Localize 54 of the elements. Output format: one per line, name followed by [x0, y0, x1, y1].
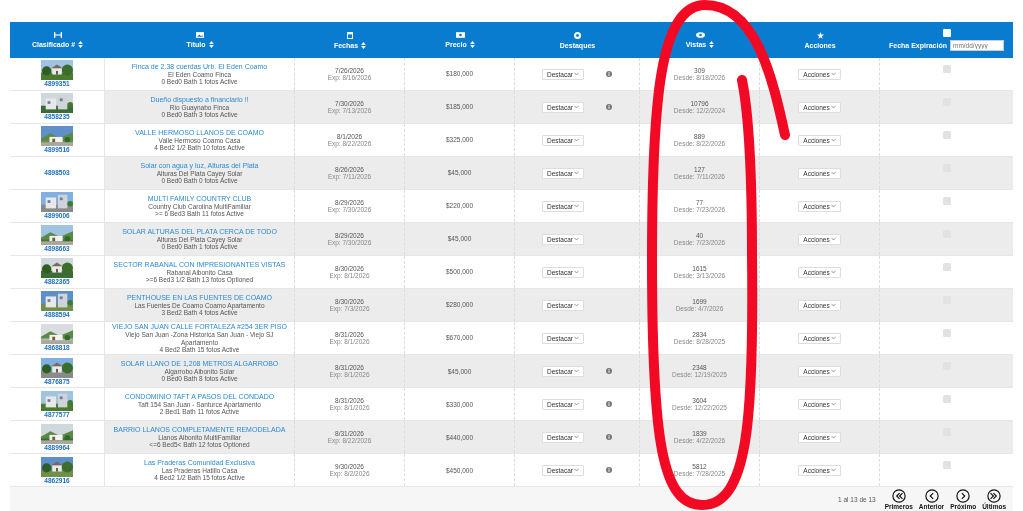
calendar-icon: [347, 31, 353, 39]
double-chevron-left-icon: [891, 488, 906, 503]
money-icon: [455, 32, 465, 38]
row-checkbox[interactable]: [942, 263, 951, 271]
row-checkbox[interactable]: [942, 329, 951, 337]
caret-icon: [574, 171, 579, 175]
caret-icon: [830, 402, 836, 407]
info-icon[interactable]: [606, 434, 612, 441]
sort-icon[interactable]: [709, 41, 715, 48]
sort-icon[interactable]: [78, 41, 84, 48]
select-all-checkbox[interactable]: [942, 29, 951, 37]
image-icon: [196, 32, 204, 38]
info-icon[interactable]: [606, 104, 612, 110]
caret-icon: [830, 105, 836, 109]
caret-icon: [830, 72, 836, 76]
caret-icon: [574, 369, 579, 374]
info-icon[interactable]: [606, 368, 612, 375]
star-icon: [816, 31, 824, 39]
caret-icon: [830, 138, 836, 142]
caret-icon: [574, 138, 579, 142]
caret-icon: [830, 237, 836, 241]
info-icon[interactable]: [606, 401, 612, 408]
caret-icon: [574, 72, 579, 76]
caret-icon: [574, 402, 579, 407]
caret-icon: [830, 369, 836, 374]
caret-icon: [574, 105, 579, 109]
eye-icon: [695, 32, 705, 38]
caret-icon: [830, 468, 836, 473]
caret-icon: [574, 435, 579, 440]
sort-icon[interactable]: [361, 41, 367, 49]
chevron-right-icon: [956, 488, 971, 503]
caret-icon: [830, 171, 836, 175]
sort-icon[interactable]: [208, 41, 214, 48]
row-checkbox[interactable]: [942, 197, 951, 205]
caret-icon: [574, 237, 579, 241]
row-checkbox[interactable]: [942, 65, 951, 73]
row-checkbox[interactable]: [942, 461, 951, 470]
caret-icon: [830, 204, 836, 208]
caret-icon: [830, 270, 836, 274]
caret-icon: [830, 303, 836, 307]
row-checkbox[interactable]: [942, 131, 951, 139]
caret-icon: [574, 303, 579, 307]
caret-icon: [574, 204, 579, 208]
double-chevron-right-icon: [987, 488, 1002, 503]
caret-icon: [574, 468, 579, 473]
caret-icon: [830, 336, 836, 341]
row-checkbox[interactable]: [942, 395, 951, 404]
caret-icon: [574, 270, 579, 274]
caret-icon: [830, 435, 836, 440]
info-icon[interactable]: [606, 71, 612, 77]
chevron-left-icon: [924, 488, 939, 503]
sort-icon[interactable]: [469, 41, 475, 48]
caret-icon: [574, 336, 579, 341]
info-icon[interactable]: [606, 467, 612, 474]
